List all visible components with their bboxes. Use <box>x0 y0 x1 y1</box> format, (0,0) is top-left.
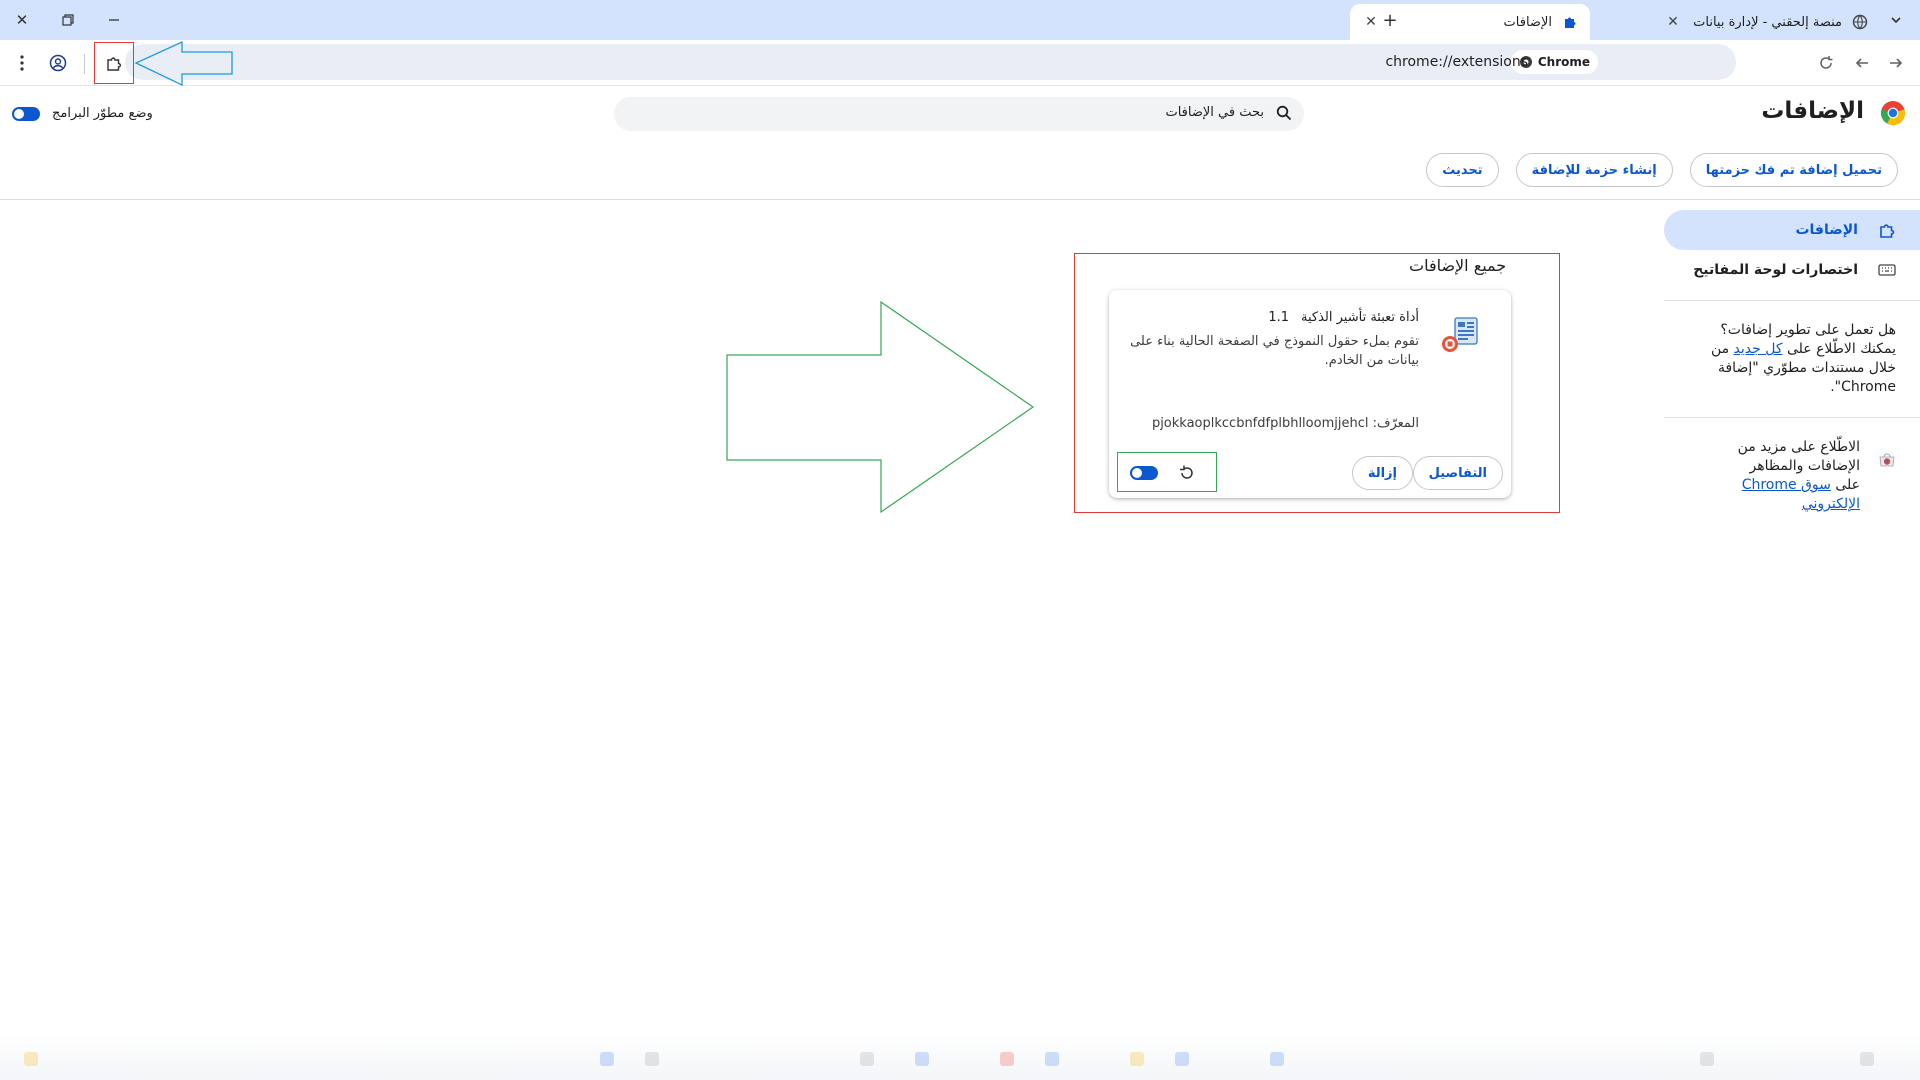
window-restore-button[interactable] <box>56 8 80 32</box>
window-minimize-button[interactable] <box>102 8 126 32</box>
tab-bar: منصة إلحقني - لإدارة بيانات المنـ ✕ الإض… <box>0 0 1920 40</box>
tab-close-button[interactable]: ✕ <box>1664 13 1682 31</box>
tab-title: الإضافات <box>1503 14 1552 30</box>
taskbar-icon <box>1860 1052 1874 1066</box>
extension-id: المعرّف: pjokkaoplkccbnfdfplbhlloomjjehc… <box>1151 416 1419 431</box>
sidebar-item-extensions[interactable]: الإضافات <box>1664 210 1920 250</box>
reload-extension-icon[interactable] <box>1178 464 1196 482</box>
reload-icon <box>1820 56 1833 69</box>
search-icon <box>1276 105 1292 121</box>
sidebar-item-label: الإضافات <box>1795 222 1858 238</box>
puzzle-icon <box>1562 14 1578 30</box>
sidebar-item-label: اختصارات لوحة المفاتيح <box>1693 262 1858 278</box>
back-button[interactable] <box>1850 51 1874 75</box>
annotation-arrow-green <box>726 300 1035 514</box>
section-title: جميع الإضافات <box>1409 256 1507 275</box>
tab-inactive[interactable]: منصة إلحقني - لإدارة بيانات المنـ ✕ <box>1650 4 1880 40</box>
remove-button[interactable]: إزالة <box>1351 456 1413 490</box>
restore-icon <box>62 14 74 26</box>
address-bar[interactable]: Chrome chrome://extensions <box>125 44 1736 80</box>
chip-label: Chrome <box>1537 55 1590 69</box>
puzzle-icon <box>107 57 122 71</box>
update-button[interactable]: تحديث <box>1426 153 1499 187</box>
reload-button[interactable] <box>1814 51 1838 75</box>
web-store-note: الاطّلاع على مزيد من الإضافات والمظاهر ع… <box>1664 418 1920 514</box>
page-title: الإضافات <box>1761 98 1864 124</box>
chrome-logo-icon <box>1880 101 1906 126</box>
extension-card-footer: التفاصيل إزالة <box>1109 448 1511 498</box>
minimize-icon <box>109 19 119 21</box>
extension-version: 1.1 <box>1268 310 1290 325</box>
load-unpacked-button[interactable]: تحميل إضافة تم فك حزمتها <box>1689 153 1898 187</box>
extension-name: أداة تعبئة تأشير الذكية <box>1301 310 1419 325</box>
globe-icon <box>1852 14 1868 30</box>
browser-toolbar: Chrome chrome://extensions <box>0 40 1920 86</box>
extensions-button[interactable] <box>94 42 134 84</box>
sidebar: الإضافات اختصارات لوحة المفاتيح هل تعمل … <box>1664 210 1920 514</box>
extension-title: أداة تعبئة تأشير الذكية 1.1 <box>1268 310 1419 325</box>
arrow-right-icon <box>1890 58 1903 68</box>
details-button[interactable]: التفاصيل <box>1412 456 1503 490</box>
arrow-left-icon <box>1855 58 1868 68</box>
tab-search-button[interactable] <box>1884 8 1908 32</box>
profile-button[interactable] <box>46 51 70 75</box>
taskbar-icon <box>1045 1052 1059 1066</box>
developer-actions: تحميل إضافة تم فك حزمتها إنشاء حزمة للإض… <box>1426 153 1898 187</box>
annotation-arrow-blue <box>134 40 233 87</box>
kebab-menu-icon <box>20 55 24 71</box>
taskbar <box>0 1034 1920 1080</box>
annotation-box-green <box>1117 452 1217 492</box>
window-close-button[interactable]: ✕ <box>10 8 34 32</box>
sidebar-item-keyboard-shortcuts[interactable]: اختصارات لوحة المفاتيح <box>1664 250 1920 290</box>
tab-title: منصة إلحقني - لإدارة بيانات المنـ <box>1692 14 1842 30</box>
taskbar-icon <box>1130 1052 1144 1066</box>
taskbar-icon <box>915 1052 929 1066</box>
developer-mode-toggle[interactable] <box>12 106 40 121</box>
extension-form-icon <box>1442 317 1478 352</box>
new-tab-button[interactable]: + <box>1378 8 1402 32</box>
taskbar-icon <box>600 1052 614 1066</box>
extension-enable-toggle[interactable] <box>1130 466 1158 480</box>
extension-description: تقوم بملء حقول النموذج في الصفحة الحالية… <box>1130 334 1419 368</box>
developer-mode: وضع مطوّر البرامج <box>12 106 153 121</box>
taskbar-icon <box>1700 1052 1714 1066</box>
page-header: الإضافات بحث في الإضافات وضع مطوّر البرا… <box>0 86 1920 200</box>
forward-button[interactable] <box>1884 51 1908 75</box>
chevron-down-icon <box>1891 17 1901 24</box>
taskbar-icon <box>1270 1052 1284 1066</box>
taskbar-icon <box>1175 1052 1189 1066</box>
extension-card: أداة تعبئة تأشير الذكية 1.1 تقوم بملء حق… <box>1109 290 1511 498</box>
extensions-search-input[interactable]: بحث في الإضافات <box>614 97 1304 131</box>
taskbar-icon <box>645 1052 659 1066</box>
keyboard-icon <box>1878 264 1896 276</box>
taskbar-icon <box>24 1052 38 1066</box>
pack-extension-button[interactable]: إنشاء حزمة للإضافة <box>1515 153 1673 187</box>
whats-new-link[interactable]: كل جديد <box>1734 341 1783 357</box>
web-store-icon <box>1879 453 1895 467</box>
taskbar-icon <box>1000 1052 1014 1066</box>
url-text: chrome://extensions <box>1385 54 1528 70</box>
developer-note: هل تعمل على تطوير إضافات؟ يمكنك الاطّلاع… <box>1664 301 1920 397</box>
more-menu-button[interactable] <box>10 51 34 75</box>
avatar-icon <box>49 54 67 72</box>
developer-mode-label: وضع مطوّر البرامج <box>52 106 153 121</box>
search-placeholder: بحث في الإضافات <box>1165 105 1264 120</box>
toolbar-separator <box>84 54 85 74</box>
taskbar-icon <box>860 1052 874 1066</box>
puzzle-icon <box>1880 224 1895 238</box>
